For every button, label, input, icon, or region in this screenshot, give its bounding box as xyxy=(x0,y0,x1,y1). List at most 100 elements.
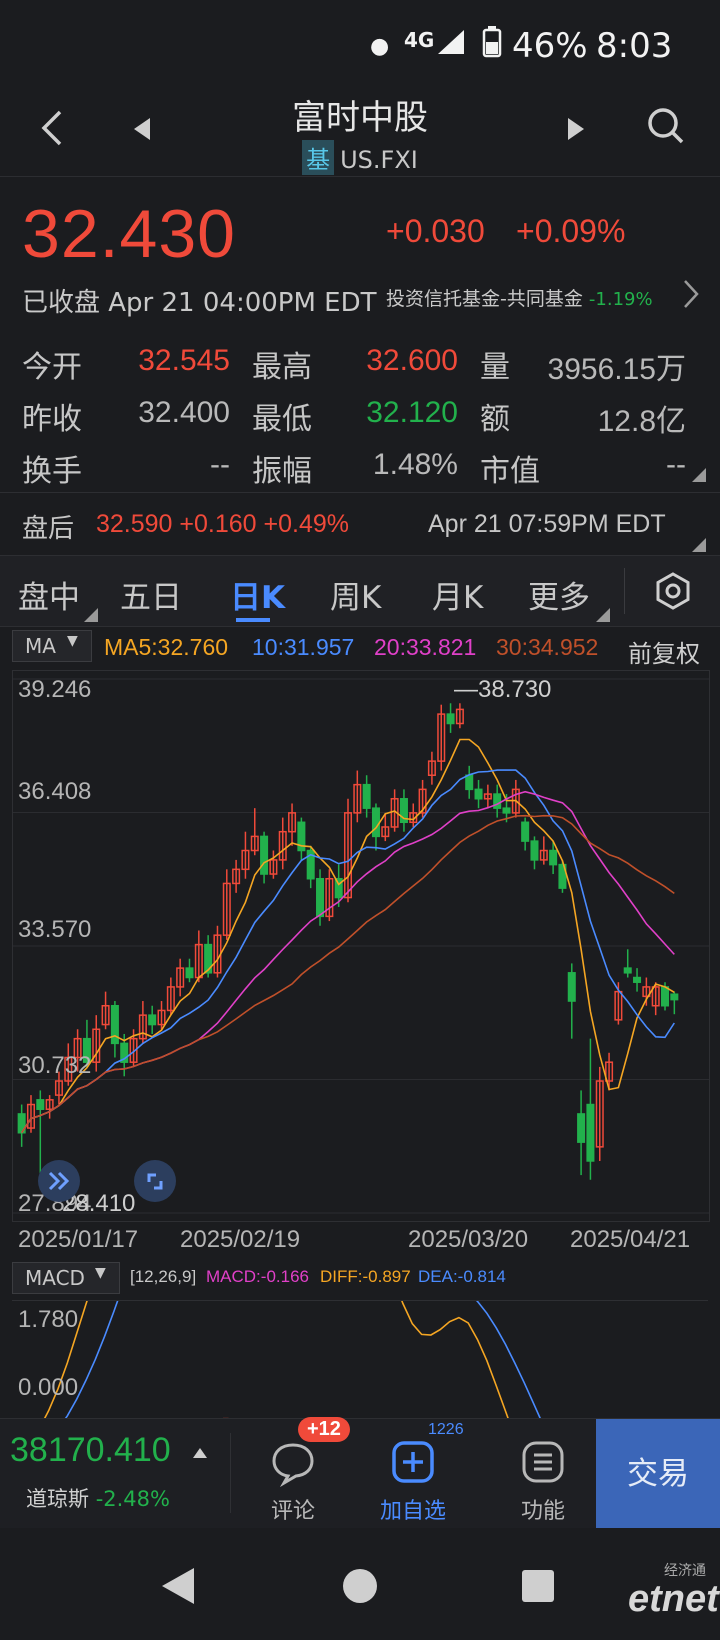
stat-value-market-cap: -- xyxy=(666,448,686,481)
tab-monthly-k[interactable]: 月K xyxy=(432,572,483,617)
candlestick-svg xyxy=(13,678,709,1214)
candle-body xyxy=(260,835,269,875)
chevron-down-icon: ▼ xyxy=(95,1265,106,1281)
system-nav-bar xyxy=(0,1528,720,1640)
ma10-value: 10:31.957 xyxy=(252,634,355,660)
tab-more-dropdown-icon[interactable] xyxy=(596,608,610,622)
double-chevron-right-icon xyxy=(48,1171,70,1191)
candle-body xyxy=(148,1014,157,1026)
nav-back-icon[interactable] xyxy=(160,1566,196,1606)
category-name: 投资信托基金-共同基金 xyxy=(386,288,583,310)
candle-body xyxy=(36,1099,45,1110)
index-name: 道琼斯 xyxy=(26,1487,89,1511)
comments-button[interactable]: +12 评论 xyxy=(238,1417,350,1527)
signal-icon xyxy=(438,30,464,54)
battery-level: 46% xyxy=(512,26,588,66)
ma5-value: MA5:32.760 xyxy=(104,634,229,660)
divider xyxy=(0,492,720,493)
adjust-mode[interactable]: 前复权 xyxy=(628,634,700,669)
watermark-logo: etnet xyxy=(628,1578,719,1620)
candle-body xyxy=(549,849,558,866)
x-tick-label: 2025/01/17 xyxy=(18,1226,139,1253)
ma-indicator-select[interactable]: MA ▼ xyxy=(12,630,92,662)
high-annotation: —38.730 xyxy=(454,676,552,703)
expand-after-hours-icon[interactable] xyxy=(692,538,706,552)
y-tick-label: 36.408 xyxy=(18,778,92,805)
ma5-line xyxy=(21,738,675,1134)
tab-five-day[interactable]: 五日 xyxy=(120,572,182,617)
nav-recents-icon[interactable] xyxy=(520,1568,556,1604)
chevron-right-icon[interactable] xyxy=(682,278,700,310)
candle-body xyxy=(586,1103,595,1162)
index-name-line: 道琼斯 -2.48% xyxy=(26,1483,170,1513)
ticker-line: 基 US.FXI xyxy=(0,140,720,175)
tab-intraday[interactable]: 盘中 xyxy=(18,572,80,617)
battery-icon xyxy=(482,26,502,58)
candle-body xyxy=(446,713,455,725)
candle-body xyxy=(371,807,380,838)
candlestick-chart[interactable] xyxy=(12,670,710,1222)
trade-button[interactable]: 交易 xyxy=(596,1419,720,1529)
x-tick-label: 2025/03/20 xyxy=(408,1226,529,1253)
macd-value: MACD:-0.166 xyxy=(206,1267,309,1286)
candle-body xyxy=(623,967,632,974)
stat-label-prev-close: 昨收 xyxy=(22,402,82,437)
candle-body xyxy=(362,783,371,809)
macd-indicator-select[interactable]: MACD ▼ xyxy=(12,1262,120,1294)
after-hours-label: 盘后 xyxy=(22,514,75,544)
tab-intraday-dropdown-icon[interactable] xyxy=(84,608,98,622)
status-bar: ● 4G 46% 8:03 xyxy=(0,0,720,90)
add-watchlist-label: 加自选 xyxy=(379,1499,446,1524)
stat-value-low: 32.120 xyxy=(366,396,458,429)
fullscreen-button[interactable] xyxy=(134,1160,176,1202)
page-title: 富时中股 xyxy=(292,98,428,138)
fund-tag: 基 xyxy=(302,140,335,175)
fund-category[interactable]: 投资信托基金-共同基金 -1.19% xyxy=(386,284,653,311)
index-value: 38170.410 xyxy=(10,1431,171,1469)
tab-weekly-k[interactable]: 周K xyxy=(330,572,381,617)
next-stock-icon[interactable] xyxy=(566,116,586,142)
x-tick-label: 2025/02/19 xyxy=(180,1226,301,1253)
stat-value-high: 32.600 xyxy=(366,344,458,377)
diff-value: DIFF:-0.897 xyxy=(320,1267,411,1286)
header: 富时中股 基 US.FXI xyxy=(0,90,720,177)
candle-body xyxy=(633,976,642,983)
add-watchlist-button[interactable]: 1226 加自选 xyxy=(358,1421,468,1527)
watchlist-count: 1226 xyxy=(428,1421,464,1438)
nav-home-icon[interactable] xyxy=(340,1566,380,1606)
comments-badge: +12 xyxy=(298,1417,350,1442)
candle-body xyxy=(567,972,576,1002)
price-change-pct: +0.09% xyxy=(516,213,626,249)
tab-daily-k[interactable]: 日K xyxy=(230,572,285,617)
candle-body xyxy=(316,877,325,918)
candle-body xyxy=(530,840,539,861)
candle-body xyxy=(577,1113,586,1143)
macd-svg xyxy=(17,786,677,1625)
chevron-down-icon: ▼ xyxy=(67,633,78,649)
chart-settings-icon[interactable] xyxy=(654,572,692,610)
stat-label-amplitude: 振幅 xyxy=(252,454,312,489)
stat-label-turnover-rate: 换手 xyxy=(22,454,82,489)
macd-y-tick-label: 0.000 xyxy=(18,1374,79,1401)
candle-body xyxy=(502,807,511,814)
candle-body xyxy=(521,821,530,842)
expand-stats-icon[interactable] xyxy=(692,468,706,482)
tab-more[interactable]: 更多 xyxy=(528,572,590,617)
macd-chart[interactable] xyxy=(12,786,708,1625)
stat-value-amplitude: 1.48% xyxy=(372,448,458,481)
index-pct: -2.48% xyxy=(95,1487,170,1511)
candle-body xyxy=(493,793,502,809)
stat-label-turnover: 额 xyxy=(480,402,510,437)
active-tab-indicator xyxy=(236,618,270,622)
search-icon[interactable] xyxy=(646,106,686,146)
functions-button[interactable]: 功能 xyxy=(488,1427,598,1527)
functions-label: 功能 xyxy=(520,1499,565,1524)
ma-select-label: MA xyxy=(25,634,56,658)
y-tick-label: 39.246 xyxy=(18,676,92,703)
candle-body xyxy=(661,986,670,1007)
y-tick-label: 33.570 xyxy=(18,916,92,943)
stat-value-turnover: 12.8亿 xyxy=(597,405,686,438)
expand-chart-button[interactable] xyxy=(38,1160,80,1202)
tab-divider xyxy=(624,568,625,614)
add-watchlist-icon xyxy=(392,1441,434,1483)
